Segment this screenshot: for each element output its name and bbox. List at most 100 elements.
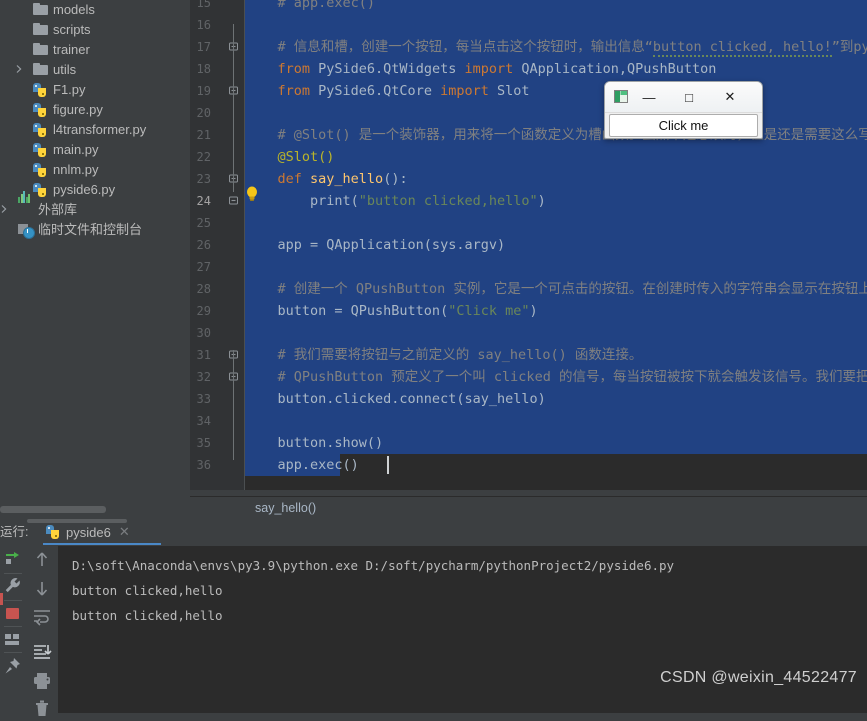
line-number-35: 35 — [196, 436, 211, 450]
breadcrumb-item-say-hello[interactable]: say_hello() — [255, 497, 316, 519]
scratches-consoles-icon — [18, 223, 35, 239]
tree-item-nnlm.py[interactable]: nnlm.py — [0, 160, 190, 180]
tree-item-label: nnlm.py — [53, 162, 99, 177]
line-number-31: 31 — [196, 348, 211, 362]
scroll-down-icon[interactable] — [32, 578, 52, 598]
code-text-layer[interactable]: # app.exec() # 信息和槽，创建一个按钮，每当点击这个按钮时，输出信… — [245, 0, 867, 490]
layout-icon[interactable] — [3, 630, 23, 650]
tree-item-F1.py[interactable]: F1.py — [0, 80, 190, 100]
intention-bulb-icon[interactable] — [245, 186, 259, 202]
qt-close-button[interactable]: ✕ — [712, 82, 748, 112]
scroll-up-icon[interactable] — [32, 550, 52, 570]
qt-window-titlebar[interactable]: — □ ✕ — [605, 82, 762, 113]
code-line-33[interactable]: button.clicked.connect(say_hello) — [245, 388, 546, 410]
line-number-25: 25 — [196, 216, 211, 230]
tree-item-label: trainer — [53, 42, 90, 57]
folder-icon — [33, 63, 48, 77]
tree-item-label: l4transformer.py — [53, 122, 147, 137]
tree-item-main.py[interactable]: main.py — [0, 140, 190, 160]
code-line-26[interactable]: app = QApplication(sys.argv) — [245, 234, 506, 256]
code-line-19[interactable]: from PySide6.QtCore import Slot — [245, 80, 530, 102]
rerun-icon[interactable] — [3, 550, 23, 570]
tree-item-utils[interactable]: utils — [0, 60, 190, 80]
run-tab-pyside6[interactable]: pyside6 ✕ — [40, 520, 136, 544]
folder-icon — [33, 43, 48, 57]
tree-item-l4transformer.py[interactable]: l4transformer.py — [0, 120, 190, 140]
line-number-21: 21 — [196, 128, 211, 142]
tree-item-scripts[interactable]: scripts — [0, 20, 190, 40]
console-command-line: D:\soft\Anaconda\envs\py3.9\python.exe D… — [72, 558, 675, 573]
code-line-36[interactable]: app.exec() — [245, 454, 359, 476]
settings-wrench-icon[interactable] — [3, 576, 23, 596]
external-libraries-icon — [18, 191, 33, 217]
text-caret — [387, 456, 389, 474]
line-number-36: 36 — [196, 458, 211, 472]
line-number-15: 15 — [196, 0, 211, 10]
line-number-17: 17 — [196, 40, 211, 54]
gutter-divider — [244, 0, 245, 490]
fold-marker-24[interactable] — [228, 190, 239, 212]
code-line-31[interactable]: # 我们需要将按钮与之前定义的 say_hello() 函数连接。 — [245, 344, 643, 366]
close-icon[interactable]: ✕ — [119, 524, 130, 540]
code-line-18[interactable]: from PySide6.QtWidgets import QApplicati… — [245, 58, 717, 80]
print-icon[interactable] — [32, 671, 52, 691]
code-line-35[interactable]: button.show() — [245, 432, 384, 454]
editor-gutter[interactable]: 15 16 17 18 19 20 21 22 23 24 25 26 27 28 29 30 31 32 33 34… — [190, 0, 245, 490]
selection-highlight — [245, 256, 867, 278]
stop-icon[interactable] — [3, 604, 23, 624]
chevron-right-icon[interactable] — [0, 204, 11, 216]
code-line-22[interactable]: @Slot() — [245, 146, 335, 168]
tree-item-trainer[interactable]: trainer — [0, 40, 190, 60]
trash-icon[interactable] — [32, 698, 52, 718]
code-editor[interactable]: # app.exec() # 信息和槽，创建一个按钮，每当点击这个按钮时，输出信… — [190, 0, 867, 490]
project-tree-hscrollbar-thumb[interactable] — [0, 506, 106, 513]
tree-item-label: scripts — [53, 22, 91, 37]
line-number-26: 26 — [196, 238, 211, 252]
line-number-34: 34 — [196, 414, 211, 428]
code-line-21[interactable]: # @Slot() 是一个装饰器，用来将一个函数定义为槽函数。虽然不是必须的，但… — [245, 124, 867, 146]
tree-item-外部库[interactable]: 外部库 — [0, 191, 190, 220]
run-console-output[interactable]: D:\soft\Anaconda\envs\py3.9\python.exe D… — [58, 546, 867, 713]
line-number-23: 23 — [196, 172, 211, 186]
tree-item-models[interactable]: models — [0, 0, 190, 20]
tree-item-figure.py[interactable]: figure.py — [0, 100, 190, 120]
qt-maximize-button[interactable]: □ — [671, 82, 707, 112]
fold-rail — [233, 24, 234, 192]
soft-wrap-icon[interactable] — [32, 606, 52, 626]
line-number-28: 28 — [196, 282, 211, 296]
qt-minimize-button[interactable]: — — [631, 82, 667, 112]
run-tool-window-title: 运行: — [0, 525, 29, 539]
breadcrumb[interactable]: say_hello() — [190, 496, 867, 519]
chevron-right-icon[interactable] — [14, 64, 26, 76]
code-line-28[interactable]: # 创建一个 QPushButton 实例，它是一个可点击的按钮。在创建时传入的… — [245, 278, 867, 300]
python-file-icon — [33, 183, 48, 197]
tree-item-label: 外部库 — [38, 202, 78, 217]
tree-item-临时文件和控制台[interactable]: 临时文件和控制台 — [0, 220, 190, 240]
qt-application-window[interactable]: — □ ✕ Click me — [604, 81, 763, 139]
run-toolbar-right[interactable] — [27, 546, 80, 716]
run-toolbar-left[interactable] — [0, 546, 26, 713]
console-output-line: button clicked,hello — [72, 608, 223, 623]
tree-item-label: figure.py — [53, 102, 103, 117]
watermark-text: CSDN @weixin_44522477 — [660, 669, 857, 686]
pycharm-window: models scripts trainer utils F1.py figure.py l… — [0, 0, 867, 716]
project-tree[interactable]: models scripts trainer utils F1.py figure.py l… — [0, 0, 190, 495]
console-output-line: button clicked,hello — [72, 583, 223, 598]
tree-item-label: F1.py — [53, 82, 86, 97]
pin-icon[interactable] — [3, 656, 23, 676]
line-number-16: 16 — [196, 18, 211, 32]
tree-item-label: 临时文件和控制台 — [38, 222, 143, 237]
code-line-17[interactable]: # 信息和槽，创建一个按钮，每当点击这个按钮时，输出信息“button clic… — [245, 36, 867, 58]
code-line-23[interactable]: def say_hello(): — [245, 168, 408, 190]
code-line-24[interactable]: print("button clicked,hello") — [245, 190, 546, 212]
python-file-icon — [33, 143, 48, 157]
scroll-to-end-icon[interactable] — [32, 642, 52, 662]
code-line-29[interactable]: button = QPushButton("Click me") — [245, 300, 538, 322]
run-panel-scroll-thumb[interactable] — [27, 519, 127, 523]
code-line-32[interactable]: # QPushButton 预定义了一个叫 clicked 的信号，每当按钮被按… — [245, 366, 867, 388]
line-number-22: 22 — [196, 150, 211, 164]
python-file-icon — [33, 83, 48, 97]
code-line-15[interactable]: # app.exec() — [245, 0, 376, 14]
click-me-button[interactable]: Click me — [609, 114, 758, 137]
line-number-18: 18 — [196, 62, 211, 76]
